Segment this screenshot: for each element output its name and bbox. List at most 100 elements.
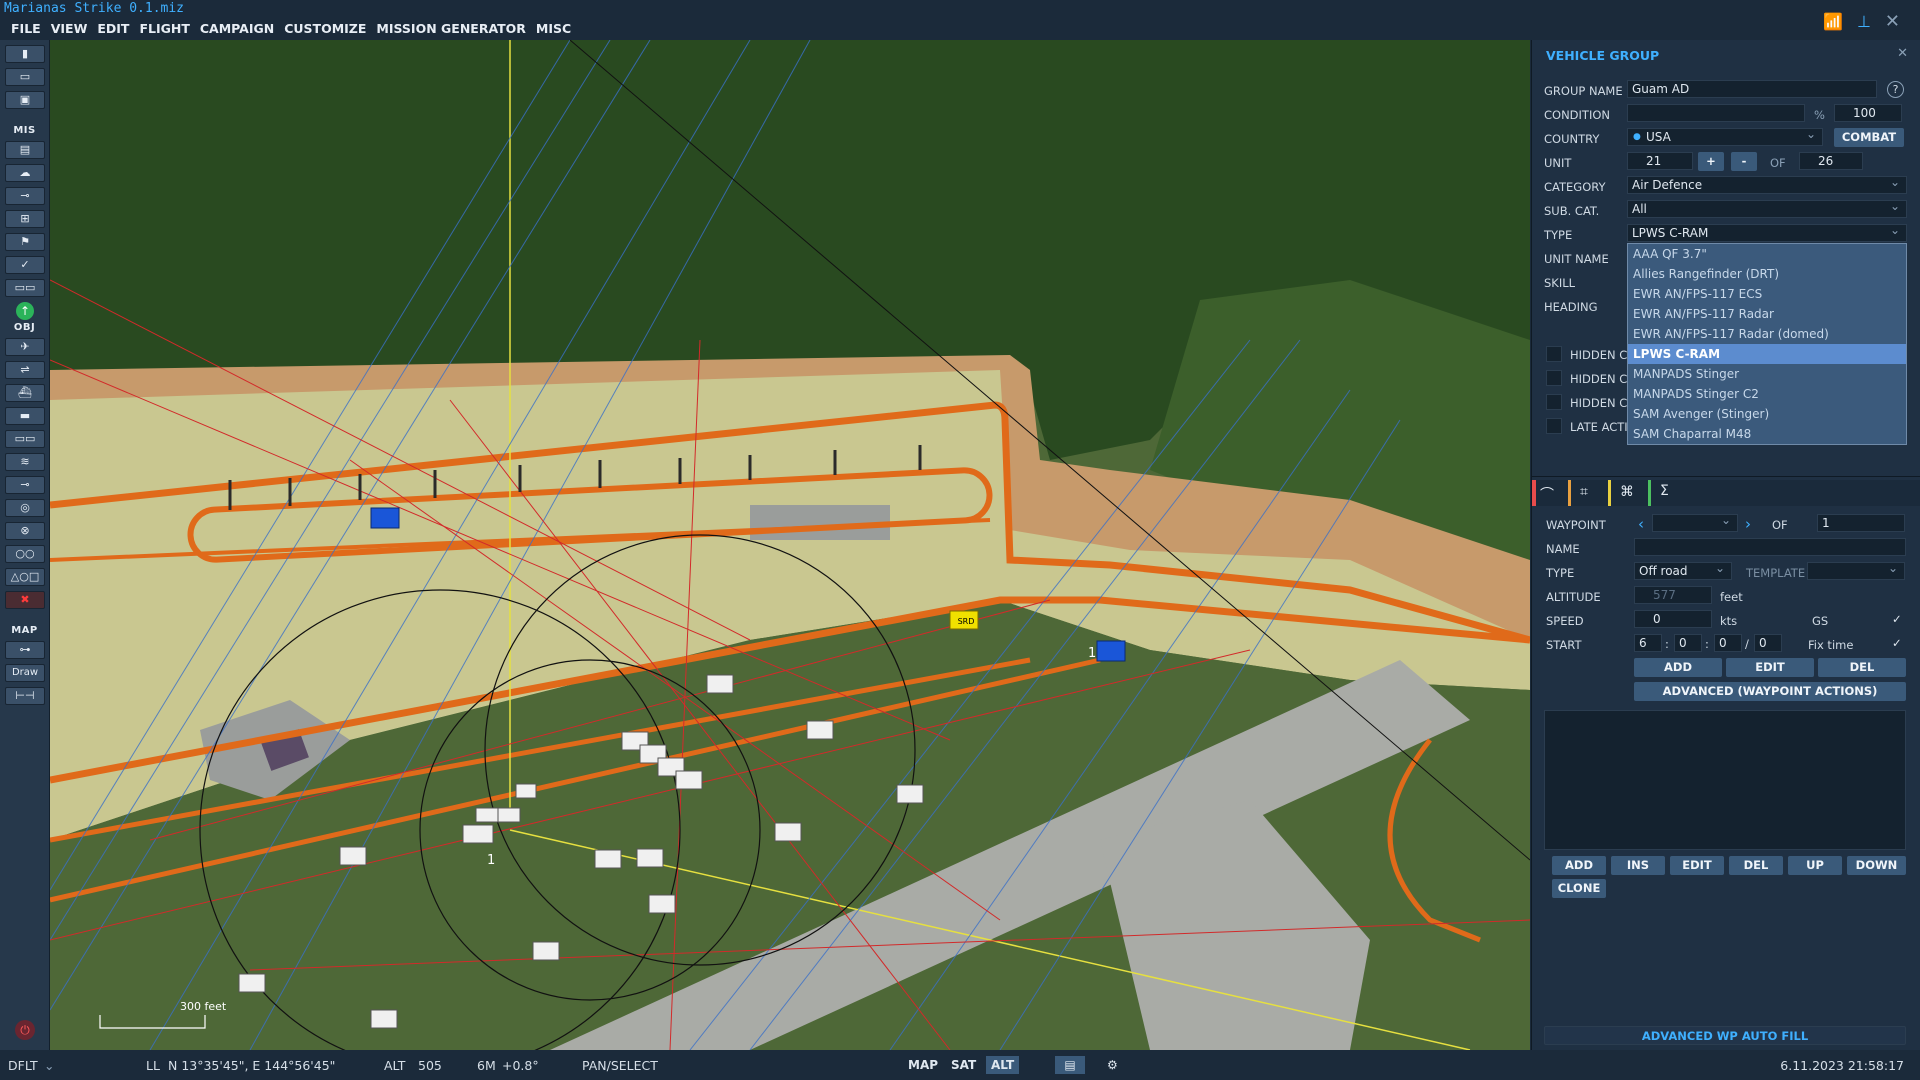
- measure-icon[interactable]: ⊢⊣: [5, 687, 45, 705]
- aircraft-route-icon[interactable]: ⊸: [5, 187, 45, 205]
- zone-icon[interactable]: ⊗: [5, 522, 45, 540]
- draw-button[interactable]: Draw: [5, 664, 45, 682]
- template-select[interactable]: [1807, 560, 1905, 580]
- menu-mission-generator[interactable]: MISSION GENERATOR: [371, 18, 531, 40]
- wp-name-field[interactable]: [1634, 538, 1906, 556]
- train-icon[interactable]: ≋: [5, 453, 45, 471]
- wp-del-button[interactable]: DEL: [1818, 658, 1906, 677]
- advanced-wp-auto-fill-button[interactable]: ADVANCED WP AUTO FILL: [1544, 1026, 1906, 1045]
- menu-campaign[interactable]: CAMPAIGN: [195, 18, 279, 40]
- tab-route-icon[interactable]: ⌒: [1540, 484, 1554, 504]
- new-file-icon[interactable]: ▮: [5, 45, 45, 63]
- fix-time-checkbox[interactable]: ✓: [1892, 636, 1902, 650]
- type-option[interactable]: EWR AN/FPS-117 Radar: [1628, 304, 1906, 324]
- wp-add-button[interactable]: ADD: [1634, 658, 1722, 677]
- target-icon[interactable]: ◎: [5, 499, 45, 517]
- unit-minus-button[interactable]: -: [1731, 152, 1757, 171]
- action-up-button[interactable]: UP: [1788, 856, 1842, 875]
- type-option[interactable]: SAM Chaparral M48: [1628, 424, 1906, 444]
- unit-plus-button[interactable]: +: [1698, 152, 1724, 171]
- speed-field[interactable]: 0: [1634, 610, 1712, 628]
- panel-close-icon[interactable]: ✕: [1897, 46, 1908, 61]
- type-option[interactable]: MANPADS Stinger C2: [1628, 384, 1906, 404]
- start-hour-field[interactable]: 0: [1674, 634, 1702, 652]
- weather-icon[interactable]: ☁: [5, 164, 45, 182]
- profile-select[interactable]: DFLT: [8, 1058, 38, 1073]
- type-option[interactable]: AAA QF 3.7": [1628, 244, 1906, 264]
- gs-checkbox[interactable]: ✓: [1892, 612, 1902, 626]
- tab-target-icon[interactable]: ⌗: [1580, 484, 1588, 500]
- prev-waypoint-icon[interactable]: ‹: [1638, 515, 1644, 533]
- save-icon[interactable]: ▣: [5, 91, 45, 109]
- actions-list[interactable]: [1544, 710, 1906, 850]
- map-mode-button[interactable]: MAP: [903, 1056, 943, 1074]
- condition-slider[interactable]: [1627, 104, 1805, 122]
- delete-icon[interactable]: ✖: [5, 591, 45, 609]
- action-del-button[interactable]: DEL: [1729, 856, 1783, 875]
- shapes-icon[interactable]: △○□: [5, 568, 45, 586]
- antenna-icon[interactable]: ⊥: [1857, 12, 1871, 31]
- action-down-button[interactable]: DOWN: [1847, 856, 1906, 875]
- subcat-select[interactable]: All: [1627, 198, 1907, 218]
- tab-payload-icon[interactable]: ⌘: [1620, 484, 1634, 500]
- action-add-button[interactable]: ADD: [1552, 856, 1606, 875]
- map-canvas[interactable]: SRD 1 1 300 feet: [50, 40, 1530, 1050]
- wifi-icon[interactable]: 📶: [1823, 12, 1843, 31]
- map-view[interactable]: SRD 1 1 300 feet: [50, 40, 1530, 1050]
- check-icon[interactable]: ✓: [5, 256, 45, 274]
- helicopter-icon[interactable]: ⇌: [5, 361, 45, 379]
- country-select[interactable]: ● USA: [1627, 126, 1823, 146]
- hidden-checkbox-2[interactable]: [1546, 370, 1562, 386]
- action-ins-button[interactable]: INS: [1611, 856, 1665, 875]
- hidden-checkbox-3[interactable]: [1546, 394, 1562, 410]
- sat-mode-button[interactable]: SAT: [946, 1056, 981, 1074]
- hidden-checkbox-1[interactable]: [1546, 346, 1562, 362]
- condition-field[interactable]: 100: [1834, 104, 1902, 122]
- late-activation-checkbox[interactable]: [1546, 418, 1562, 434]
- next-waypoint-icon[interactable]: ›: [1745, 515, 1751, 533]
- advanced-waypoint-actions-button[interactable]: ADVANCED (WAYPOINT ACTIONS): [1634, 682, 1906, 701]
- type-option[interactable]: EWR AN/FPS-117 Radar (domed): [1628, 324, 1906, 344]
- airfield-icon[interactable]: ⊸: [5, 476, 45, 494]
- alt-mode-button[interactable]: ALT: [986, 1056, 1020, 1074]
- action-clone-button[interactable]: CLONE: [1552, 879, 1606, 898]
- type-option[interactable]: MANPADS Stinger: [1628, 364, 1906, 384]
- help-icon[interactable]: ?: [1887, 81, 1904, 98]
- layers-icon[interactable]: ▤: [1055, 1056, 1085, 1074]
- template-icon[interactable]: ○○: [5, 545, 45, 563]
- tab-summary-icon[interactable]: Σ: [1660, 483, 1669, 499]
- ship-icon[interactable]: ⛴: [5, 384, 45, 402]
- waypoint-select[interactable]: [1652, 512, 1738, 532]
- static-object-icon[interactable]: ▭▭: [5, 430, 45, 448]
- type-option[interactable]: Allies Rangefinder (DRT): [1628, 264, 1906, 284]
- altitude-field[interactable]: 577: [1634, 586, 1712, 604]
- menu-view[interactable]: VIEW: [46, 18, 93, 40]
- start-minute-field[interactable]: 0: [1714, 634, 1742, 652]
- wp-type-select[interactable]: Off road: [1634, 560, 1732, 580]
- flag-icon[interactable]: ⚑: [5, 233, 45, 251]
- type-option[interactable]: SAM Avenger (Stinger): [1628, 404, 1906, 424]
- start-second-field[interactable]: 0: [1754, 634, 1782, 652]
- open-folder-icon[interactable]: ▭: [5, 68, 45, 86]
- resource-manager-icon[interactable]: ▭▭: [5, 279, 45, 297]
- group-name-field[interactable]: Guam AD: [1627, 80, 1877, 98]
- briefing-icon[interactable]: ▤: [5, 141, 45, 159]
- type-option[interactable]: LPWS C-RAM: [1628, 344, 1906, 364]
- type-option[interactable]: EWR AN/FPS-117 ECS: [1628, 284, 1906, 304]
- unit-total-field[interactable]: 26: [1799, 152, 1863, 170]
- settings-icon[interactable]: ⚙: [1102, 1056, 1123, 1074]
- close-icon[interactable]: ✕: [1885, 11, 1900, 32]
- vehicle-icon[interactable]: ▬: [5, 407, 45, 425]
- start-day-field[interactable]: 6: [1634, 634, 1662, 652]
- type-dropdown-list[interactable]: AAA QF 3.7" Allies Rangefinder (DRT) EWR A…: [1627, 243, 1907, 445]
- profile-chevron-icon[interactable]: ⌄: [44, 1058, 54, 1073]
- category-select[interactable]: Air Defence: [1627, 174, 1907, 194]
- power-icon[interactable]: ⏻: [15, 1020, 35, 1040]
- trigger-zone-icon[interactable]: ⊞: [5, 210, 45, 228]
- menu-customize[interactable]: CUSTOMIZE: [279, 18, 371, 40]
- menu-file[interactable]: FILE: [6, 18, 46, 40]
- unit-field[interactable]: 21: [1627, 152, 1693, 170]
- plane-icon[interactable]: ✈: [5, 338, 45, 356]
- combat-button[interactable]: COMBAT: [1834, 128, 1904, 147]
- map-ruler-icon[interactable]: ⊶: [5, 641, 45, 659]
